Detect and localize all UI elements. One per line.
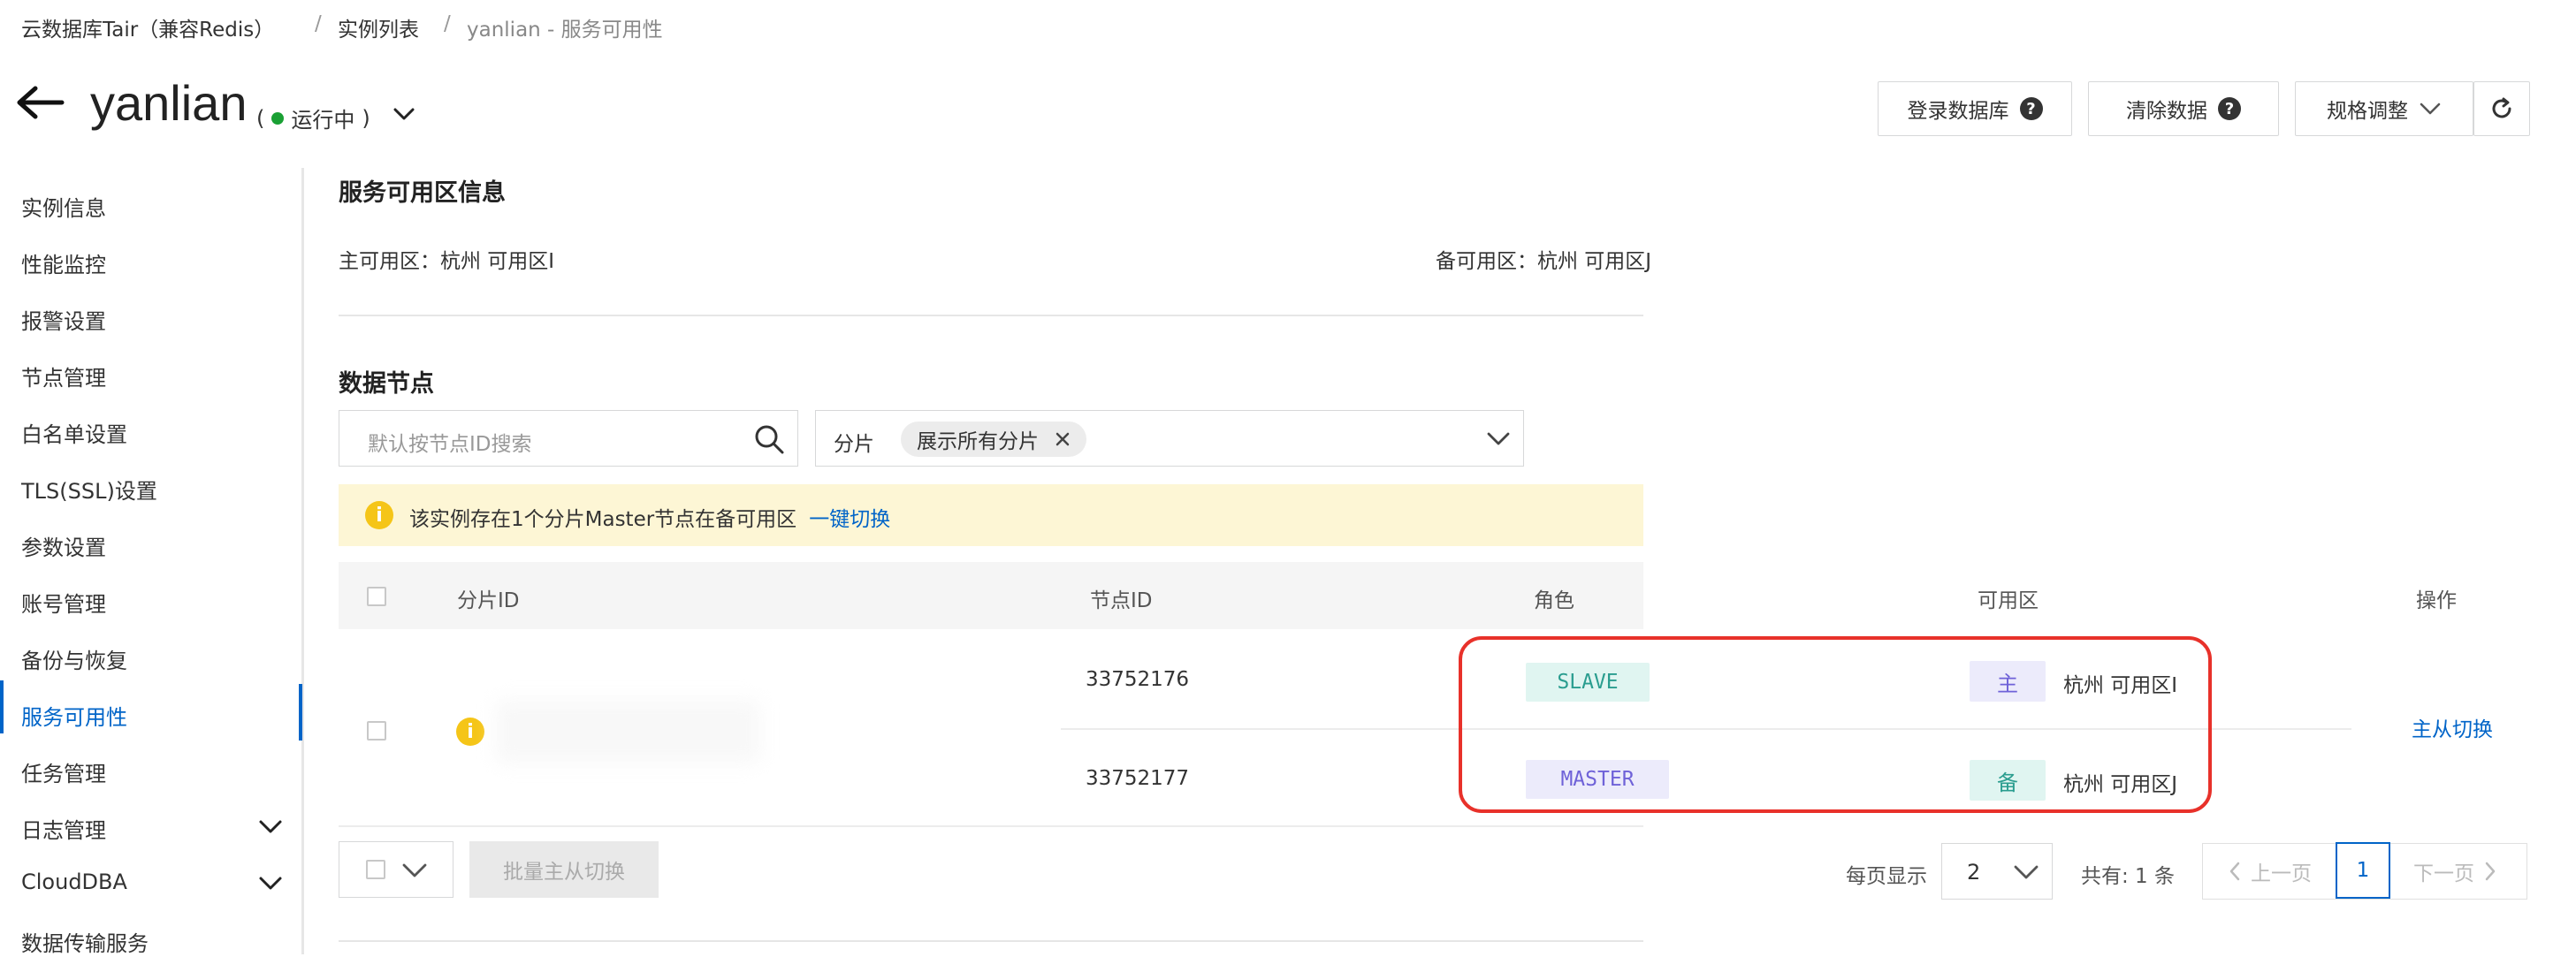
- sidebar-divider: [301, 168, 304, 954]
- secondary-zone: 备可用区：杭州 可用区J: [1436, 250, 1652, 273]
- chevron-down-icon: [402, 863, 427, 877]
- sidebar-item-alerts[interactable]: 报警设置: [21, 304, 106, 335]
- help-icon[interactable]: ?: [2218, 97, 2241, 120]
- spec-change-button[interactable]: 规格调整: [2295, 81, 2473, 136]
- chevron-down-icon[interactable]: [392, 104, 415, 124]
- notice-text: 该实例存在1个分片Master节点在备可用区 一键切换: [409, 502, 890, 532]
- bulk-select-dropdown[interactable]: [339, 841, 453, 898]
- shard-filter-label: 分片: [834, 433, 874, 456]
- clear-data-button[interactable]: 清除数据 ?: [2088, 81, 2279, 136]
- node-id: 33752176: [1086, 668, 1190, 691]
- table-header: 分片ID 节点ID 角色 可用区 操作: [339, 562, 2457, 629]
- column-zone: 可用区: [1978, 589, 2039, 612]
- one-click-switch-link[interactable]: 一键切换: [809, 508, 890, 531]
- sidebar-item-backup[interactable]: 备份与恢复: [21, 643, 127, 674]
- chevron-down-icon: [2420, 103, 2441, 115]
- switch-master-slave-link[interactable]: 主从切换: [2412, 712, 2493, 742]
- column-shard-id: 分片ID: [457, 589, 520, 612]
- redacted-shard-id: [495, 700, 760, 763]
- highlight-annotation: [1459, 636, 2212, 813]
- chevron-right-icon: [2485, 862, 2496, 881]
- page-size-value: 2: [1967, 860, 1981, 885]
- breadcrumb-separator: /: [315, 12, 322, 35]
- breadcrumb-current: yanlian - 服务可用性: [467, 19, 663, 42]
- status-paren-close: ): [362, 105, 370, 131]
- sidebar-item-parameters[interactable]: 参数设置: [21, 530, 106, 561]
- search-placeholder: 默认按节点ID搜索: [368, 433, 532, 456]
- node-id: 33752177: [1086, 767, 1190, 790]
- pagination: 上一页 1 下一页: [2202, 842, 2527, 900]
- row-checkbox[interactable]: [367, 721, 386, 741]
- breadcrumb-separator: /: [444, 12, 451, 35]
- sidebar-item-tasks[interactable]: 任务管理: [21, 756, 106, 787]
- spec-change-label: 规格调整: [2327, 100, 2408, 123]
- bottom-divider: [339, 940, 1643, 942]
- total-count: 共有: 1 条: [2081, 865, 2176, 888]
- sidebar-item-whitelist[interactable]: 白名单设置: [21, 417, 127, 448]
- sidebar-item-instance-info[interactable]: 实例信息: [21, 191, 106, 222]
- refresh-button[interactable]: [2473, 81, 2530, 136]
- login-database-label: 登录数据库: [1907, 100, 2009, 123]
- page-size-select[interactable]: 2: [1941, 843, 2053, 900]
- info-icon: i: [365, 501, 393, 529]
- chevron-left-icon: [2229, 862, 2240, 881]
- shard-filter-tag: 展示所有分片: [901, 422, 1086, 457]
- next-page-label: 下一页: [2413, 862, 2474, 885]
- sidebar-active-indicator: [299, 684, 302, 741]
- page-title: yanlian: [90, 75, 248, 131]
- column-role: 角色: [1534, 589, 1574, 612]
- login-database-button[interactable]: 登录数据库 ?: [1878, 81, 2072, 136]
- next-page-button[interactable]: 下一页: [2413, 844, 2497, 899]
- chevron-down-icon: [2014, 865, 2039, 879]
- row-divider: [339, 825, 1643, 827]
- status-text: 运行中: [291, 108, 355, 133]
- prev-page-label: 上一页: [2251, 862, 2312, 885]
- notice-banner: i 该实例存在1个分片Master节点在备可用区 一键切换: [339, 484, 1643, 546]
- bulk-switch-button[interactable]: 批量主从切换: [469, 841, 659, 898]
- status-dot-icon: [271, 111, 285, 125]
- info-icon: i: [456, 718, 484, 746]
- sidebar-item-availability[interactable]: 服务可用性: [21, 700, 127, 731]
- sidebar-item-logs[interactable]: 日志管理: [21, 813, 106, 844]
- prev-page-button[interactable]: 上一页: [2228, 844, 2312, 899]
- column-action: 操作: [2416, 589, 2457, 612]
- back-arrow-icon[interactable]: [16, 85, 65, 120]
- node-search-input[interactable]: 默认按节点ID搜索: [339, 410, 798, 467]
- sidebar-left-marker: [0, 680, 4, 733]
- bulk-checkbox[interactable]: [366, 860, 385, 879]
- sidebar-item-nodes[interactable]: 节点管理: [21, 361, 106, 391]
- chevron-down-icon[interactable]: [258, 875, 283, 892]
- section-divider: [339, 315, 1643, 316]
- sidebar-item-performance[interactable]: 性能监控: [21, 247, 106, 278]
- data-nodes-title: 数据节点: [339, 370, 434, 398]
- search-icon[interactable]: [753, 423, 785, 455]
- clear-data-label: 清除数据: [2126, 100, 2207, 123]
- select-all-checkbox[interactable]: [367, 587, 386, 606]
- shard-filter-tag-label: 展示所有分片: [917, 430, 1039, 453]
- page-size-label: 每页显示: [1846, 865, 1927, 888]
- refresh-icon: [2492, 97, 2511, 118]
- sidebar-item-dts[interactable]: 数据传输服务: [21, 926, 149, 957]
- close-icon[interactable]: [1055, 431, 1071, 447]
- breadcrumb-instance-list[interactable]: 实例列表: [338, 12, 419, 42]
- primary-zone: 主可用区：杭州 可用区I: [339, 250, 555, 273]
- breadcrumb-product[interactable]: 云数据库Tair（兼容Redis）: [21, 12, 274, 42]
- zone-info-title: 服务可用区信息: [339, 179, 506, 207]
- sidebar-item-accounts[interactable]: 账号管理: [21, 587, 106, 618]
- chevron-down-icon[interactable]: [1486, 429, 1511, 448]
- status-paren-open: (: [256, 105, 265, 131]
- chevron-down-icon[interactable]: [258, 818, 283, 836]
- notice-message: 该实例存在1个分片Master节点在备可用区: [409, 508, 797, 531]
- column-node-id: 节点ID: [1090, 589, 1153, 612]
- page-number-current[interactable]: 1: [2336, 842, 2390, 899]
- sidebar-item-clouddba[interactable]: CloudDBA: [21, 870, 127, 894]
- shard-filter-select[interactable]: 分片 展示所有分片: [815, 410, 1524, 467]
- sidebar-item-tls[interactable]: TLS(SSL)设置: [21, 474, 157, 505]
- status-badge: ( 运行中 ): [256, 103, 370, 133]
- help-icon[interactable]: ?: [2019, 97, 2043, 120]
